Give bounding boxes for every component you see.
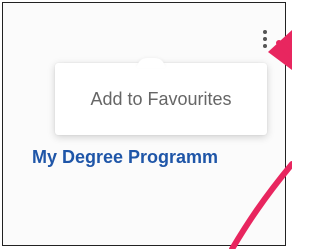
- degree-program-title[interactable]: My Degree Programm: [32, 147, 218, 168]
- more-vertical-icon[interactable]: [257, 27, 273, 51]
- kebab-dot: [263, 37, 267, 41]
- kebab-dot: [263, 44, 267, 48]
- add-to-favourites-menu-item[interactable]: Add to Favourites: [55, 63, 267, 135]
- degree-program-card[interactable]: Add to Favourites My Degree Programm: [2, 2, 286, 246]
- kebab-dot: [263, 30, 267, 34]
- context-menu-popup: Add to Favourites: [55, 58, 267, 135]
